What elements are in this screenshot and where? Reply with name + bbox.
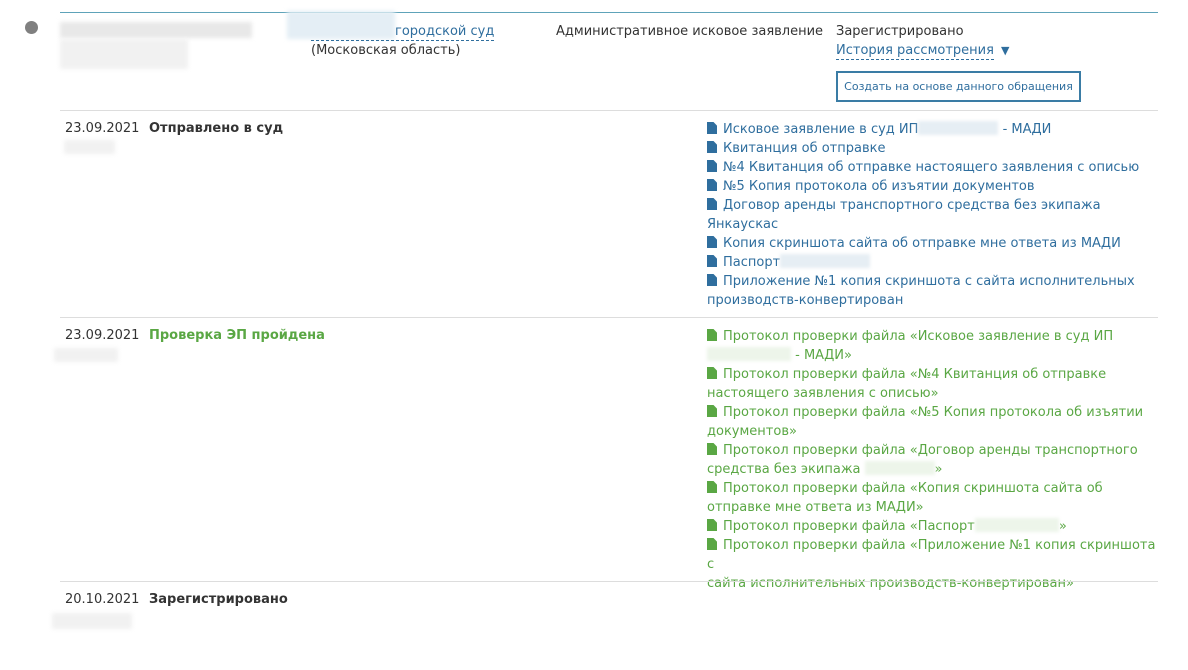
redacted-name (780, 254, 871, 268)
document-link-text: Приложение №1 копия скриншота с сайта ис… (723, 274, 1135, 289)
document-link[interactable]: Приложение №1 копия скриншота с сайта ис… (707, 272, 1157, 310)
document-link-text: Протокол проверки файла «Копия скриншота… (723, 481, 1103, 496)
signature-check-link[interactable]: Протокол проверки файла «№5 Копия проток… (707, 403, 1157, 441)
document-link[interactable]: Паспорт (707, 253, 1157, 272)
court-name-link[interactable]: городской суд (311, 24, 495, 41)
document-link-text-line2: документов» (707, 424, 797, 439)
file-icon (707, 405, 717, 417)
document-link-text-line2: - МАДИ» (791, 348, 852, 363)
document-link-text-line2: настоящего заявления с описью» (707, 386, 939, 401)
event-date: 23.09.2021 (65, 328, 140, 343)
signature-check-link[interactable]: Протокол проверки файла «Копия скриншота… (707, 479, 1157, 517)
document-link-text-line2: средства без экипажа (707, 462, 861, 477)
signature-check-link[interactable]: Протокол проверки файла «Договор аренды … (707, 441, 1157, 479)
document-link[interactable]: №4 Квитанция об отправке настоящего заяв… (707, 158, 1157, 177)
document-link-text-line2: отправке мне ответа из МАДИ» (707, 500, 924, 515)
file-icon (707, 367, 717, 379)
redacted-case-number (60, 22, 252, 38)
document-link-text: Копия скриншота сайта об отправке мне от… (723, 236, 1121, 251)
document-link-text-line2: производств-конвертирован (707, 293, 904, 308)
event-status: Отправлено в суд (149, 121, 284, 136)
document-link-text: Протокол проверки файла «Договор аренды … (723, 443, 1138, 458)
signature-check-link[interactable]: Протокол проверки файла «Приложение №1 к… (707, 536, 1157, 593)
event-status: Зарегистрировано (149, 592, 288, 607)
document-link[interactable]: Договор аренды транспортного средства бе… (707, 196, 1157, 234)
redacted-name (974, 518, 1059, 532)
top-divider (60, 12, 1158, 13)
document-link-text: Паспорт (723, 255, 781, 270)
file-icon (707, 198, 717, 210)
document-link-text: Протокол проверки файла «Приложение №1 к… (707, 538, 1156, 572)
row-divider (60, 110, 1158, 111)
redacted-case-number-line2 (60, 39, 188, 69)
redacted-event-time (54, 348, 118, 362)
document-link-text: Протокол проверки файла «№4 Квитанция об… (723, 367, 1107, 382)
file-icon (707, 141, 717, 153)
file-icon (707, 443, 717, 455)
document-link-text-end: » (934, 462, 943, 477)
file-icon (707, 179, 717, 191)
court-region: (Московская область) (311, 43, 461, 58)
file-icon (707, 519, 717, 531)
file-icon (707, 122, 717, 134)
signature-check-link[interactable]: Протокол проверки файла «Паспорт » (707, 517, 1157, 536)
file-icon (707, 236, 717, 248)
document-link-text: №4 Квитанция об отправке настоящего заяв… (723, 160, 1140, 175)
redacted-event-time (52, 613, 132, 629)
document-link[interactable]: №5 Копия протокола об изъятии документов (707, 177, 1157, 196)
document-link-text: Протокол проверки файла «№5 Копия проток… (723, 405, 1144, 420)
document-link-text: Протокол проверки файла «Исковое заявлен… (723, 329, 1114, 344)
file-icon (707, 538, 717, 550)
document-link-text: №5 Копия протокола об изъятии документов (723, 179, 1035, 194)
file-icon (707, 329, 717, 341)
redacted-name (864, 461, 935, 475)
chevron-down-icon[interactable]: ▼ (1001, 44, 1009, 57)
document-link[interactable]: Квитанция об отправке (707, 139, 1157, 158)
event-date: 23.09.2021 (65, 121, 140, 136)
document-link-text-line2: Янкаускас (707, 217, 779, 232)
file-icon (707, 255, 717, 267)
document-link-suffix: » (1058, 519, 1067, 534)
document-link-text: Квитанция об отправке (723, 141, 886, 156)
signature-check-link[interactable]: Протокол проверки файла «№4 Квитанция об… (707, 365, 1157, 403)
create-from-case-button[interactable]: Создать на основе данного обращения (836, 71, 1081, 102)
document-link-text: Исковое заявление в суд ИП (723, 122, 919, 137)
redacted-name (707, 347, 791, 361)
document-link[interactable]: Исковое заявление в суд ИП - МАДИ (707, 120, 1157, 139)
redacted-name (918, 121, 999, 135)
case-type: Административное исковое заявление (556, 24, 824, 39)
redacted-event-time (64, 140, 115, 154)
status-bullet-icon (25, 21, 38, 34)
event-status: Проверка ЭП пройдена (149, 328, 325, 343)
document-link-suffix: - МАДИ (998, 122, 1052, 137)
document-link-text-line2: сайта исполнительных производств-конверт… (707, 576, 1074, 591)
document-link-text: Протокол проверки файла «Паспорт (723, 519, 975, 534)
file-icon (707, 160, 717, 172)
history-link[interactable]: История рассмотрения (836, 43, 994, 60)
row-divider (60, 581, 1158, 582)
event-date: 20.10.2021 (65, 592, 140, 607)
file-icon (707, 481, 717, 493)
document-link[interactable]: Копия скриншота сайта об отправке мне от… (707, 234, 1157, 253)
signature-check-link[interactable]: Протокол проверки файла «Исковое заявлен… (707, 327, 1157, 365)
document-link-text: Договор аренды транспортного средства бе… (723, 198, 1101, 213)
row-divider (60, 317, 1158, 318)
file-icon (707, 274, 717, 286)
case-status: Зарегистрировано (836, 24, 964, 39)
